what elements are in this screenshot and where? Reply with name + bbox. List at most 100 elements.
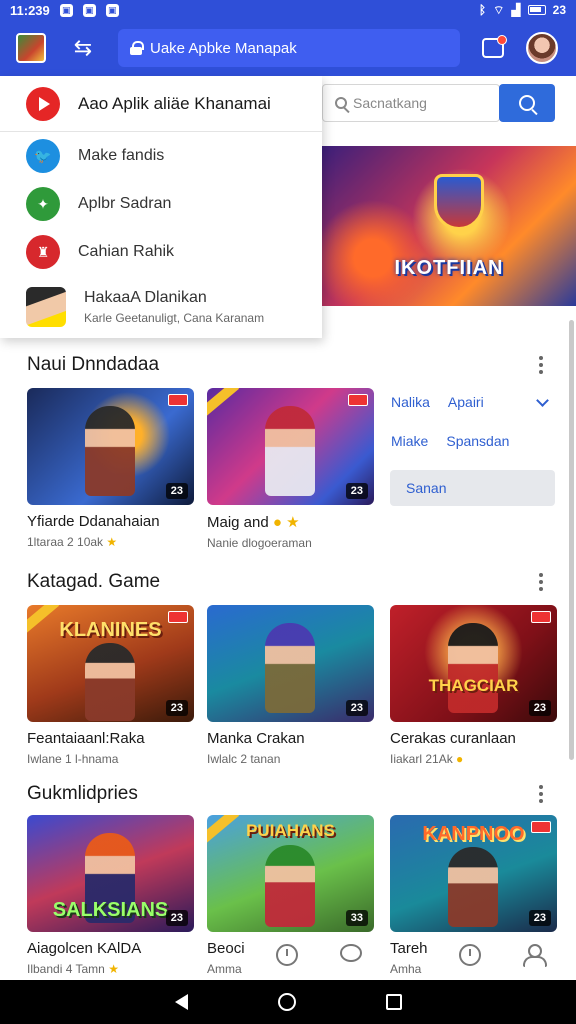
star-icon: ★ (106, 535, 118, 549)
filter-option[interactable]: Nalika Apairi (391, 394, 484, 410)
app-bar: ⇆ Uake Apbke Manapak (0, 20, 576, 76)
notification-icon: ▣ (59, 3, 73, 17)
dropdown-item[interactable]: HakaaA Dlanikan Karle Geetanuligt, Cana … (0, 276, 322, 338)
hero-banner[interactable]: IKOTFIIAN (322, 146, 576, 306)
recents-icon[interactable] (385, 994, 402, 1010)
clock-icon (276, 944, 298, 966)
nav-downloads[interactable] (276, 944, 298, 966)
red-app-icon: ♜ (26, 235, 60, 269)
dropdown-menu: Aao Aplik aliäe Khanamai 🐦 Make fandis ✦… (0, 76, 322, 338)
coin-icon: ● (456, 752, 464, 766)
dropdown-item-label: HakaaA Dlanikan (84, 289, 207, 306)
card-title: Feantaiaanl:Raka (27, 730, 145, 747)
dropdown-item[interactable]: ✦ Aplbr Sadran (0, 180, 322, 228)
system-nav-bar (0, 980, 576, 1024)
game-card[interactable]: SALKSIANS 23 Aiagolcen KAlDA Ilbandi 4 T… (27, 815, 194, 976)
badge-icon (168, 611, 188, 623)
game-card[interactable]: KLANINES 23 Feantaiaanl:Raka Iwlane 1 l-… (27, 605, 194, 766)
card-subtitle: Ilbandi 4 Tamn ★ (27, 962, 119, 976)
dropdown-item-youtube[interactable]: Aao Aplik aliäe Khanamai (0, 76, 322, 132)
wifi-icon: ⌔ (493, 2, 505, 17)
nav-chat[interactable] (340, 944, 362, 962)
game-logo-text: THAGCIAR (428, 676, 519, 695)
nav-history[interactable] (459, 944, 481, 966)
back-icon[interactable] (174, 994, 188, 1010)
card-number: 23 (528, 700, 551, 716)
character-figure (448, 623, 498, 713)
card-number: 23 (165, 910, 188, 926)
character-figure (265, 406, 315, 496)
game-thumbnail: THAGCIAR 23 (390, 605, 557, 722)
more-options-icon[interactable] (536, 356, 546, 374)
search-icon (519, 95, 535, 111)
status-right-time: 23 (552, 3, 566, 17)
status-bar: 11:239 ▣ ▣ ▣ ᛒ ⌔ ▟ 23 (0, 0, 576, 20)
scrollbar[interactable] (569, 320, 574, 760)
card-number: 23 (165, 700, 188, 716)
lock-icon (130, 41, 144, 55)
dropdown-item[interactable]: ♜ Cahian Rahik (0, 228, 322, 276)
card-title: Maig and ● ★ (207, 514, 300, 531)
badge-icon (531, 821, 551, 833)
chevron-down-icon[interactable] (536, 394, 549, 407)
home-icon[interactable] (277, 993, 296, 1011)
dropdown-item-label: Cahian Rahik (78, 243, 175, 260)
app-logo[interactable] (16, 33, 46, 63)
card-subtitle: Iwlalc 2 tanan (207, 752, 281, 766)
status-time: 11:239 (10, 2, 50, 18)
profile-avatar[interactable] (526, 32, 558, 64)
twitter-icon: 🐦 (26, 139, 60, 173)
game-thumbnail: SALKSIANS 23 (27, 815, 194, 932)
dropdown-item-sub: Karle Geetanuligt, Cana Karanam (84, 311, 265, 325)
section-title: Katagad. Game (27, 571, 161, 592)
game-card[interactable]: 23 Yfiarde Ddanahaian 1ltaraa 2 10ak ★ (27, 388, 194, 549)
hero-title: IKOTFIIAN (394, 257, 504, 279)
game-card[interactable]: THAGCIAR 23 Cerakas curanlaan Iiakarl 21… (390, 605, 557, 766)
card-title: Cerakas curanlaan (390, 730, 516, 747)
game-thumbnail: 23 (27, 388, 194, 505)
card-subtitle: Nanie dlogoeraman (207, 536, 312, 550)
card-number: 23 (345, 483, 368, 499)
card-title: Aiagolcen KAlDA (27, 940, 142, 957)
star-icon: ★ (286, 514, 300, 531)
badge-icon (168, 394, 188, 406)
character-figure (85, 406, 135, 496)
search-button[interactable] (499, 84, 555, 122)
bluetooth-icon: ᛒ (478, 3, 487, 17)
coin-icon: ● (272, 514, 282, 531)
dropdown-item-label: Aplbr Sadran (78, 195, 172, 212)
signal-icon: ▟ (511, 3, 521, 17)
shield-emblem (434, 174, 484, 230)
search-input[interactable]: Sacnatkang (322, 84, 500, 122)
dropdown-item-label: Aao Aplik aliäe Khanamai (78, 93, 271, 113)
character-figure (265, 845, 315, 927)
game-thumbnail: 23 (207, 605, 374, 722)
section-title: Gukmlidpries (27, 783, 138, 804)
game-thumbnail: 23 (207, 388, 374, 505)
card-subtitle: Iwlane 1 l-hnama (27, 752, 119, 766)
nav-profile[interactable] (522, 944, 547, 967)
battery-icon (527, 5, 546, 15)
user-icon (522, 944, 547, 967)
section-title: Naui Dnndadaa (27, 354, 160, 375)
dropdown-item-label: Make fandis (78, 147, 165, 164)
character-figure (265, 623, 315, 713)
ribbon (207, 388, 240, 417)
more-options-icon[interactable] (536, 785, 546, 803)
game-card[interactable]: 23 Manka Crakan Iwlalc 2 tanan (207, 605, 374, 766)
card-number: 23 (528, 910, 551, 926)
game-card[interactable]: 23 Maig and ● ★ Nanie dlogoeraman (207, 388, 374, 550)
dropdown-item[interactable]: 🐦 Make fandis (0, 132, 322, 180)
youtube-icon (26, 86, 60, 121)
badge-icon (348, 394, 368, 406)
search-icon (335, 97, 347, 109)
game-thumbnail: PUIAHANS 33 (207, 815, 374, 932)
filter-option[interactable]: Miake Spansdan (391, 433, 509, 449)
switch-arrows-icon[interactable]: ⇆ (68, 35, 98, 61)
game-logo-text: PUIAHANS (246, 821, 335, 840)
card-subtitle: 1ltaraa 2 10ak ★ (27, 535, 118, 549)
more-options-icon[interactable] (536, 573, 546, 591)
notification-bell-icon[interactable] (482, 35, 507, 58)
filter-button[interactable]: Sanan (390, 470, 555, 506)
address-bar[interactable]: Uake Apbke Manapak (118, 29, 460, 67)
